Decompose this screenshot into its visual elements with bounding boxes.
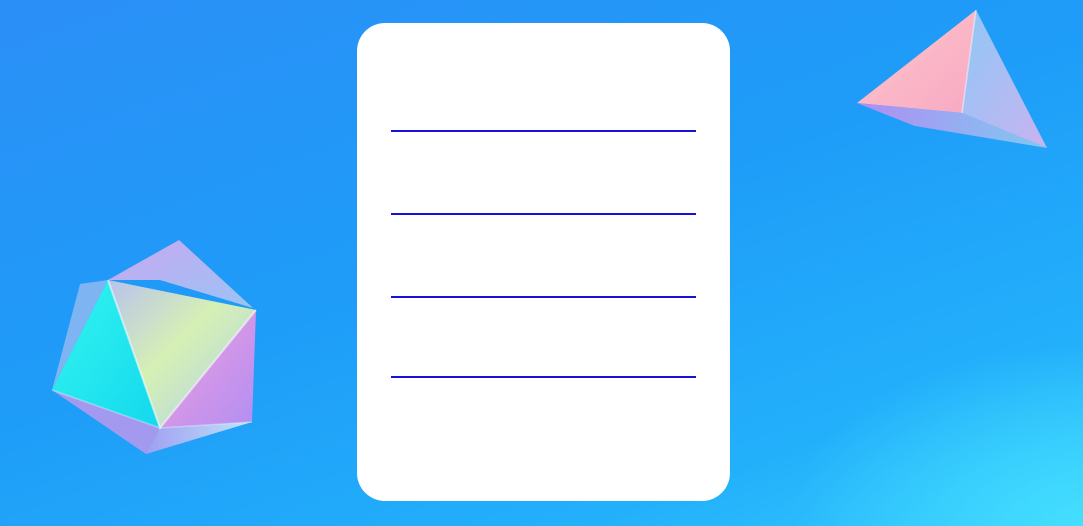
card-line — [391, 130, 696, 132]
card-line — [391, 296, 696, 298]
icosahedron-icon — [48, 238, 260, 460]
card-line — [391, 213, 696, 215]
lined-card — [357, 23, 730, 501]
card-line — [391, 376, 696, 378]
pyramid-icon — [855, 8, 1051, 154]
